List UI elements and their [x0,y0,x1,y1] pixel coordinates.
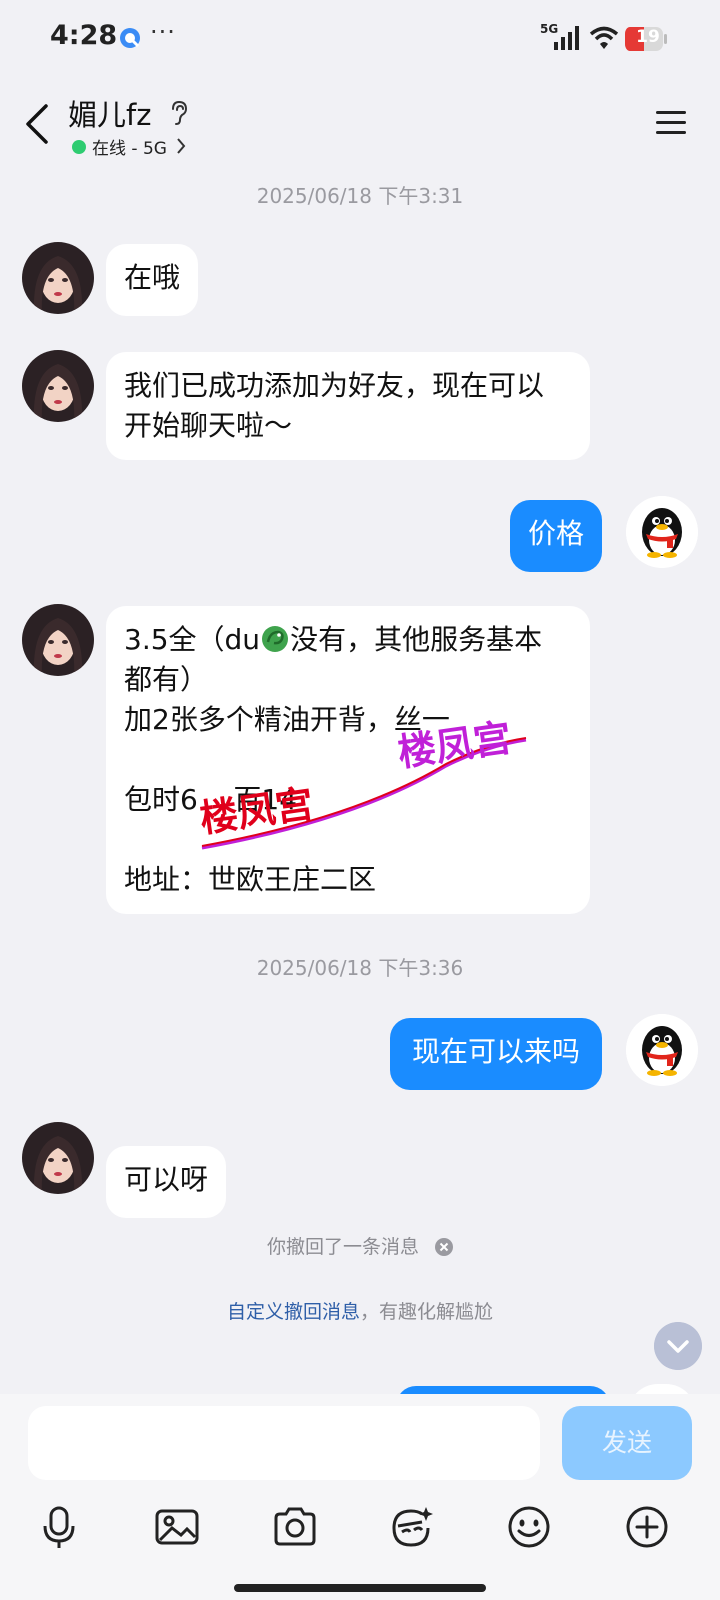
image-icon[interactable] [154,1504,200,1550]
close-icon[interactable] [435,1238,453,1256]
contact-avatar[interactable] [22,350,94,422]
watermark-text: 楼凤宫 [395,715,514,774]
message-text: 3.5全（du [124,623,261,656]
emoji-icon[interactable] [506,1504,552,1550]
contact-name[interactable]: 媚儿fz [68,92,151,134]
home-indicator[interactable] [234,1584,486,1592]
my-avatar-penguin[interactable] [626,1014,698,1086]
dragon-emoji-icon [262,626,289,652]
scroll-to-bottom-button[interactable] [654,1322,702,1370]
online-indicator [72,140,86,154]
back-arrow-icon[interactable] [22,102,52,146]
status-time: 4:28 [50,20,118,51]
chat-screen: 4:28 ··· 5G 19 媚儿fz 在线 - 5G 2025/06/18 下… [0,0,720,1600]
ear-icon[interactable] [168,100,190,126]
plus-icon[interactable] [624,1504,670,1550]
battery-level: 19 [636,27,660,47]
recall-tip: 自定义撤回消息，有趣化解尴尬 [0,1297,720,1324]
message-timestamp: 2025/06/18 下午3:36 [256,956,464,980]
input-bar: 发送 [0,1394,720,1600]
recall-notice: 你撤回了一条消息 [0,1232,720,1259]
recall-tip-text: ，有趣化解尴尬 [360,1301,494,1323]
status-more: ··· [150,18,176,46]
watermark-overlay: 楼凤宫 楼凤宫 [197,715,527,850]
send-button[interactable]: 发送 [562,1406,692,1480]
message-bubble-incoming[interactable]: 在哦 [106,244,199,316]
watermark-text: 楼凤宫 [197,781,316,840]
chat-header: 媚儿fz 在线 - 5G [0,80,720,176]
menu-icon[interactable] [654,108,688,138]
microphone-icon[interactable] [36,1504,82,1550]
contact-avatar[interactable] [22,1122,94,1194]
online-status[interactable]: 在线 - 5G [92,134,167,159]
message-input[interactable] [28,1406,540,1480]
camera-icon[interactable] [272,1504,318,1550]
custom-recall-link[interactable]: 自定义撤回消息 [227,1301,360,1323]
message-bubble-outgoing[interactable]: 现在可以来吗 [390,1018,602,1090]
message-bubble-incoming[interactable]: 我们已成功添加为好友，现在可以 开始聊天啦～ [106,352,590,460]
message-bubble-outgoing[interactable]: 价格 [510,500,602,572]
sticker-icon[interactable] [388,1504,434,1550]
signal-icon [554,26,579,50]
status-bar: 4:28 ··· 5G 19 [0,0,720,80]
recall-notice-text: 你撤回了一条消息 [266,1236,419,1258]
message-text: 没有，其他服务基本 [290,623,543,656]
contact-avatar[interactable] [22,242,94,314]
wifi-icon [589,26,619,49]
chevron-right-icon[interactable] [176,137,186,155]
contact-avatar[interactable] [22,604,94,676]
my-avatar-penguin[interactable] [626,496,698,568]
message-bubble-incoming[interactable]: 可以呀 [106,1146,227,1218]
message-timestamp: 2025/06/18 下午3:31 [256,184,464,208]
qq-browser-icon [120,28,140,48]
